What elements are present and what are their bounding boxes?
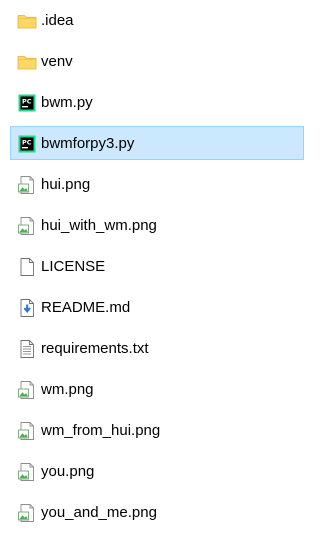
- file-name: README.md: [41, 299, 131, 316]
- file-name: you_and_me.png: [41, 504, 157, 521]
- markdown-file-icon: [17, 298, 37, 318]
- svg-text:PC: PC: [22, 98, 32, 106]
- file-name: you.png: [41, 463, 95, 480]
- image-file-icon: [17, 175, 37, 195]
- pycharm-file-icon: PC: [17, 93, 37, 113]
- file-row-hui-png[interactable]: hui.png: [10, 167, 304, 201]
- file-name: hui_with_wm.png: [41, 217, 157, 234]
- file-row-bwmforpy3-py[interactable]: PC bwmforpy3.py: [10, 126, 304, 160]
- file-row-you-png[interactable]: you.png: [10, 454, 304, 488]
- file-list: .idea venv PC bwm.py PC bwmforpy3.py hui…: [0, 0, 306, 541]
- file-row-you-and-me-png[interactable]: you_and_me.png: [10, 495, 304, 529]
- file-name: requirements.txt: [41, 340, 149, 357]
- file-name: hui.png: [41, 176, 91, 193]
- file-row-bwm-py[interactable]: PC bwm.py: [10, 85, 304, 119]
- image-file-icon: [17, 503, 37, 523]
- image-file-icon: [17, 380, 37, 400]
- file-row-license[interactable]: LICENSE: [10, 249, 304, 283]
- folder-icon: [17, 52, 37, 72]
- file-row-requirements-txt[interactable]: requirements.txt: [10, 331, 304, 365]
- image-file-icon: [17, 462, 37, 482]
- file-name: venv: [41, 53, 73, 70]
- text-file-icon: [17, 339, 37, 359]
- file-row-venv[interactable]: venv: [10, 44, 304, 78]
- image-file-icon: [17, 421, 37, 441]
- file-name: .idea: [41, 12, 74, 29]
- image-file-icon: [17, 216, 37, 236]
- file-row-wm-png[interactable]: wm.png: [10, 372, 304, 406]
- file-row-readme-md[interactable]: README.md: [10, 290, 304, 324]
- pycharm-file-icon: PC: [17, 134, 37, 154]
- blank-file-icon: [17, 257, 37, 277]
- file-row-hui-with-wm-png[interactable]: hui_with_wm.png: [10, 208, 304, 242]
- file-name: bwm.py: [41, 94, 93, 111]
- file-name: wm.png: [41, 381, 94, 398]
- file-name: wm_from_hui.png: [41, 422, 161, 439]
- file-name: bwmforpy3.py: [41, 135, 135, 152]
- svg-text:PC: PC: [22, 139, 32, 147]
- file-row-idea[interactable]: .idea: [10, 3, 304, 37]
- file-name: LICENSE: [41, 258, 106, 275]
- file-row-wm-from-hui-png[interactable]: wm_from_hui.png: [10, 413, 304, 447]
- folder-icon: [17, 11, 37, 31]
